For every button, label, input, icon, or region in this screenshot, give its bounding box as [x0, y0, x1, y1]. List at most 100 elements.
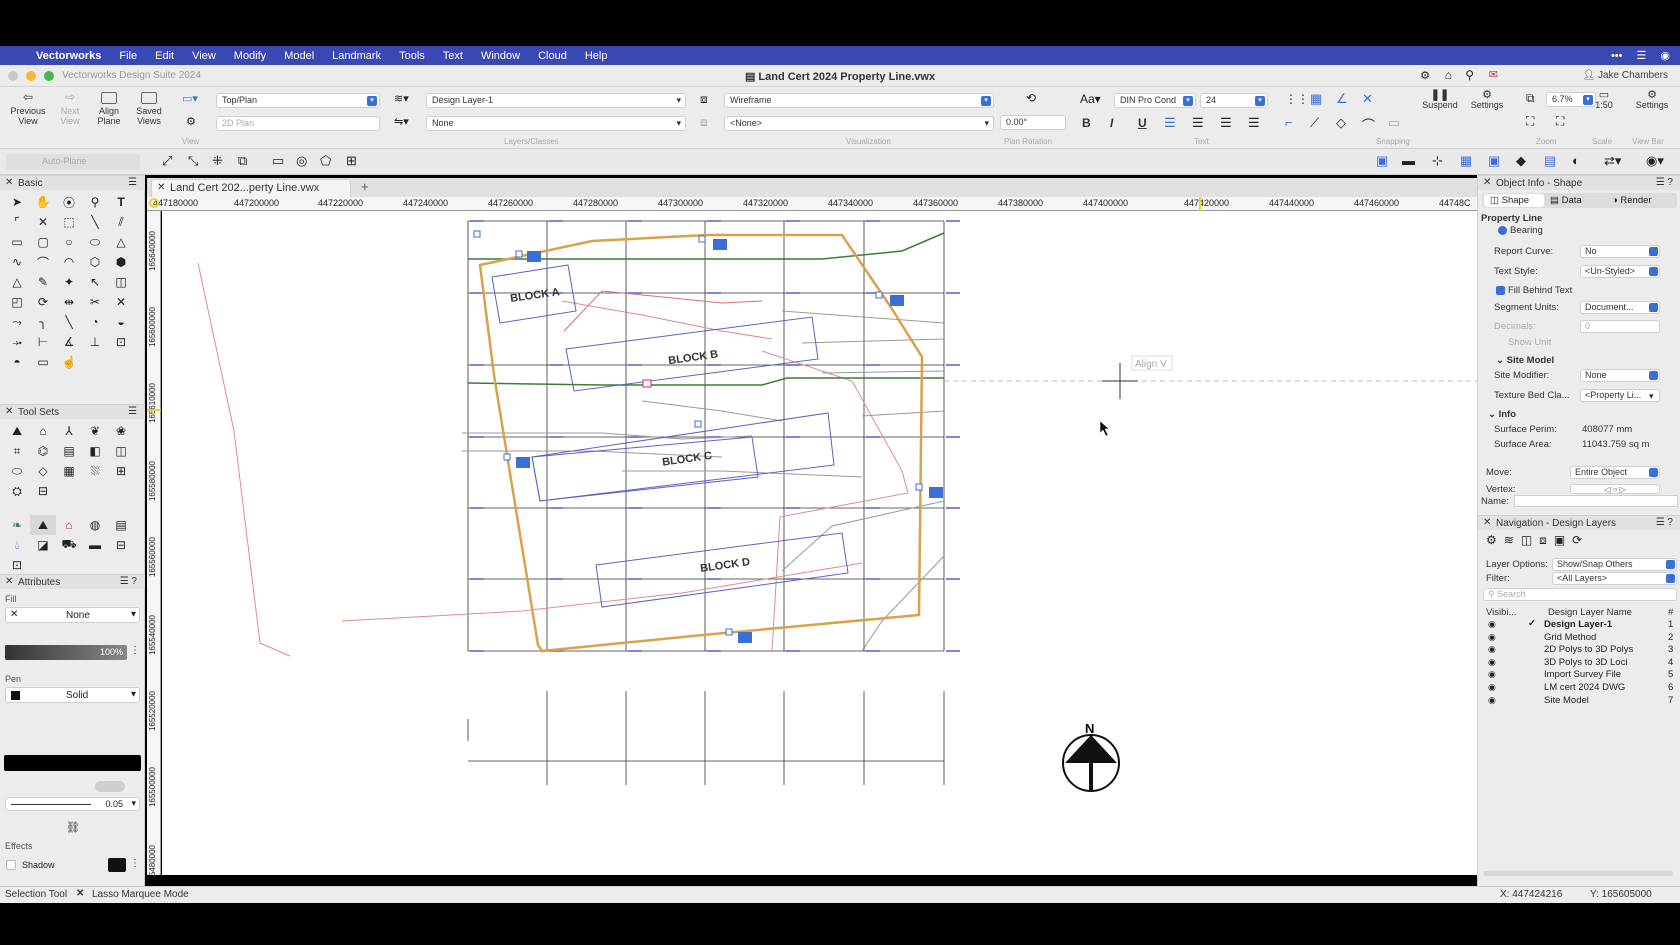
- clock-icon[interactable]: ◉: [1660, 49, 1670, 62]
- callout-tool-icon[interactable]: ⌜: [4, 212, 30, 232]
- chamfer-tool-icon[interactable]: ╲: [56, 312, 82, 332]
- menu-tools[interactable]: Tools: [390, 50, 434, 62]
- clip-tool-icon[interactable]: ◔: [82, 312, 108, 332]
- zoom-tool-icon[interactable]: ⚲: [82, 192, 108, 212]
- previous-view-button[interactable]: ⇦ Previous View: [6, 91, 50, 126]
- landmark-set-icon[interactable]: ❧: [4, 515, 30, 535]
- zoom-page-icon[interactable]: ⛶: [1556, 114, 1564, 129]
- site-modifier-dropdown[interactable]: None: [1580, 369, 1660, 382]
- palette-menu-icon[interactable]: ☰: [128, 177, 137, 188]
- font-dropdown[interactable]: DIN Pro Cond ▾: [1114, 93, 1196, 108]
- handle[interactable]: [875, 291, 883, 299]
- road-set-icon[interactable]: ▬: [82, 535, 108, 555]
- menu-window[interactable]: Window: [472, 50, 529, 62]
- visibility-eye-icon[interactable]: ◉: [1488, 644, 1496, 655]
- align-center-icon[interactable]: ☰: [1192, 115, 1204, 131]
- machine-set-icon[interactable]: ⛭: [4, 481, 30, 501]
- snap-intersection-icon[interactable]: ✕: [1362, 91, 1373, 107]
- drawing-area[interactable]: BLOCK A BLOCK B BLOCK C BLOCK D N Align …: [162, 211, 1477, 875]
- projection-icon[interactable]: ⧈: [700, 115, 708, 130]
- fill-options-icon[interactable]: ⋮: [130, 645, 140, 656]
- irrigation-set-icon[interactable]: ⛆: [82, 461, 108, 481]
- building-shell-set-icon[interactable]: ⌂: [30, 421, 56, 441]
- polyline-tool-icon[interactable]: ⬡: [82, 252, 108, 272]
- mirror-tool-icon[interactable]: ⇹: [56, 292, 82, 312]
- grey-line[interactable]: [821, 370, 945, 374]
- double-line-tool-icon[interactable]: ⫽: [108, 212, 134, 232]
- menu-text[interactable]: Text: [434, 50, 472, 62]
- ruler-origin-icon[interactable]: [149, 198, 159, 208]
- visibility-eye-icon[interactable]: ◉: [1488, 619, 1496, 630]
- layer-options-dropdown[interactable]: Show/Snap Others: [1552, 558, 1677, 571]
- view-bar-settings-button[interactable]: ⚙ Settings: [1630, 90, 1674, 111]
- render-style-dropdown[interactable]: Wireframe ▾: [724, 93, 994, 108]
- eyedropper-tool-icon[interactable]: ✎: [30, 272, 56, 292]
- fillet-tool-icon[interactable]: ╮: [30, 312, 56, 332]
- fill-style-dropdown[interactable]: ✕ None ▾: [5, 607, 140, 623]
- justify-icon[interactable]: ☰: [1248, 115, 1260, 131]
- visibility-eye-icon[interactable]: ◉: [1488, 657, 1496, 668]
- palette-menu-icon[interactable]: ☰: [128, 406, 137, 417]
- hardscape-set-icon[interactable]: ⌬: [30, 441, 56, 461]
- site-model-section[interactable]: ⌄ Site Model: [1496, 355, 1554, 366]
- furniture-set-icon[interactable]: ⌗: [4, 441, 30, 461]
- snap-settings-button[interactable]: ⚙ Settings: [1464, 90, 1510, 111]
- close-icon[interactable]: ✕: [5, 576, 13, 587]
- freehand-tool-icon[interactable]: ∿: [4, 252, 30, 272]
- help-icon[interactable]: ☰ ?: [1656, 517, 1673, 528]
- view-option-2-icon[interactable]: ▬: [1402, 153, 1415, 168]
- view-option-1-icon[interactable]: ▣: [1376, 153, 1388, 169]
- notification-icon[interactable]: ✉: [1489, 68, 1498, 81]
- auto-plane-toggle[interactable]: Auto-Plane: [6, 154, 140, 170]
- layer-row[interactable]: ◉ Site Model 7: [1478, 695, 1680, 707]
- name-field[interactable]: [1514, 495, 1678, 507]
- snap-distance-icon[interactable]: ⌐: [1285, 115, 1293, 130]
- dims-set-icon[interactable]: ◫: [108, 441, 134, 461]
- pink-line[interactable]: [563, 290, 763, 332]
- bearing-radio[interactable]: [1498, 226, 1507, 235]
- snap-edge-icon[interactable]: ◇: [1336, 115, 1346, 131]
- render-mode-cube-icon[interactable]: ⧈: [700, 92, 708, 107]
- visibility-column-header[interactable]: Visibi...: [1486, 607, 1516, 618]
- visibility-eye-icon[interactable]: ◉: [1488, 669, 1496, 680]
- view-option-10-icon[interactable]: ◉▾: [1646, 153, 1664, 169]
- vertex-mode-button[interactable]: [516, 457, 530, 468]
- layer-row[interactable]: ◉ 2D Polys to 3D Polys 3: [1478, 644, 1680, 656]
- layer-name-column-header[interactable]: Design Layer Name: [1548, 607, 1632, 618]
- align-plane-button[interactable]: Align Plane: [90, 92, 128, 126]
- view-cube-icon[interactable]: ▭▾: [182, 92, 198, 105]
- fasteners-set-icon[interactable]: ⊞: [108, 461, 134, 481]
- move-by-points-tool-icon[interactable]: ⤞: [4, 332, 30, 352]
- quarter-arc-tool-icon[interactable]: ◠: [56, 252, 82, 272]
- zoom-icon[interactable]: ⧉: [1526, 91, 1535, 106]
- view-option-5-icon[interactable]: ▣: [1488, 153, 1500, 169]
- document-tab[interactable]: ✕ Land Cert 202...perty Line.vwx: [151, 179, 351, 197]
- decimals-field[interactable]: 0: [1580, 320, 1660, 333]
- detailing-set-icon[interactable]: ◧: [82, 441, 108, 461]
- magic-wand-tool-icon[interactable]: ✦: [56, 272, 82, 292]
- help-icon[interactable]: ☰ ?: [1656, 177, 1673, 188]
- site-design-set-icon[interactable]: ⛰: [30, 515, 56, 535]
- triangle-tool-icon[interactable]: △: [4, 272, 30, 292]
- stake-tool-icon[interactable]: ⊥: [82, 332, 108, 352]
- green-contour[interactable]: [467, 377, 944, 386]
- locus-tool-icon[interactable]: ✕: [30, 212, 56, 232]
- vertex-mode-button[interactable]: [527, 251, 541, 262]
- split-tool-icon[interactable]: ✂: [82, 292, 108, 312]
- view-option-8-icon[interactable]: ◐: [1572, 153, 1580, 168]
- dimension-tool-icon[interactable]: ⊢: [30, 332, 56, 352]
- menu-edit[interactable]: Edit: [146, 50, 183, 62]
- menu-modify[interactable]: Modify: [225, 50, 275, 62]
- vertex-stepper[interactable]: ◁ ○ ▷: [1570, 484, 1660, 494]
- modeling-set-icon[interactable]: ⬭: [4, 461, 30, 481]
- user-account[interactable]: 👤︎ Jake Chambers: [1582, 70, 1668, 81]
- pink-line[interactable]: [197, 262, 291, 657]
- active-layer-dropdown[interactable]: Design Layer-1 ▾: [426, 93, 686, 108]
- line-tool-icon[interactable]: ╲: [82, 212, 108, 232]
- trim-tool-icon[interactable]: ✕: [108, 292, 134, 312]
- nav-references-icon[interactable]: ⟳: [1572, 533, 1589, 547]
- new-tab-icon[interactable]: +: [361, 179, 369, 194]
- mode-polygon-marquee-icon[interactable]: ⬠: [320, 153, 331, 169]
- tab-data[interactable]: ▤ Data: [1550, 195, 1582, 206]
- view-option-3-icon[interactable]: ⊹: [1432, 153, 1443, 169]
